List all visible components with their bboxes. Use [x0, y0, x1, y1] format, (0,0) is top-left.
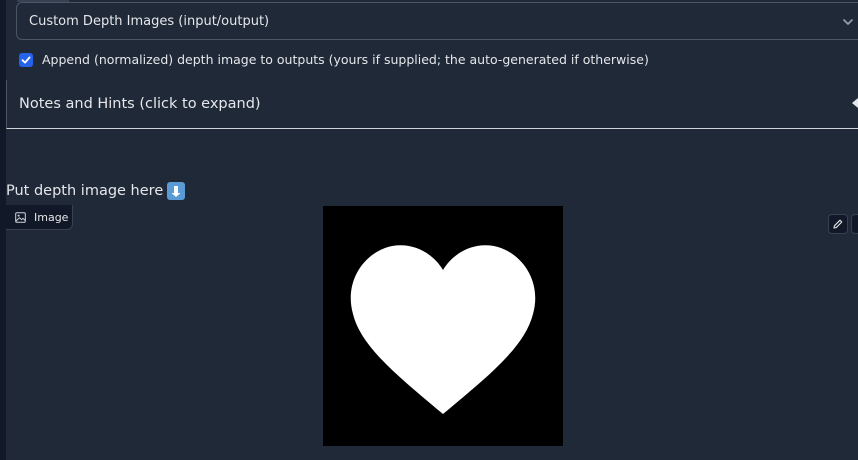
left-gutter	[0, 0, 6, 460]
depth-image-heading: Put depth image here	[6, 182, 186, 200]
pencil-icon	[833, 219, 843, 229]
append-depth-label[interactable]: Append (normalized) depth image to outpu…	[42, 52, 649, 67]
dropdown-selected-value: Custom Depth Images (input/output)	[29, 13, 270, 29]
notes-accordion-label: Notes and Hints (click to expand)	[19, 96, 261, 112]
append-depth-checkbox[interactable]	[19, 52, 33, 67]
clear-image-button[interactable]	[851, 214, 858, 234]
depth-image-heading-text: Put depth image here	[6, 183, 164, 199]
heart-shape	[350, 245, 536, 414]
image-tab-label: Image	[34, 210, 69, 224]
checkmark-icon	[21, 56, 31, 63]
image-icon	[15, 208, 26, 227]
caret-left-icon	[852, 98, 858, 108]
depth-settings-panel: Custom Depth Images (input/output) Appen…	[0, 0, 858, 460]
depth-mode-dropdown[interactable]: Custom Depth Images (input/output)	[16, 2, 858, 40]
notes-accordion[interactable]: Notes and Hints (click to expand)	[6, 80, 858, 129]
arrow-down-emoji-icon	[167, 182, 186, 200]
chevron-down-icon	[841, 14, 855, 28]
depth-image-preview[interactable]	[323, 206, 563, 446]
edit-button[interactable]	[828, 214, 848, 234]
append-depth-option: Append (normalized) depth image to outpu…	[19, 52, 649, 67]
image-tab: Image	[6, 205, 73, 230]
